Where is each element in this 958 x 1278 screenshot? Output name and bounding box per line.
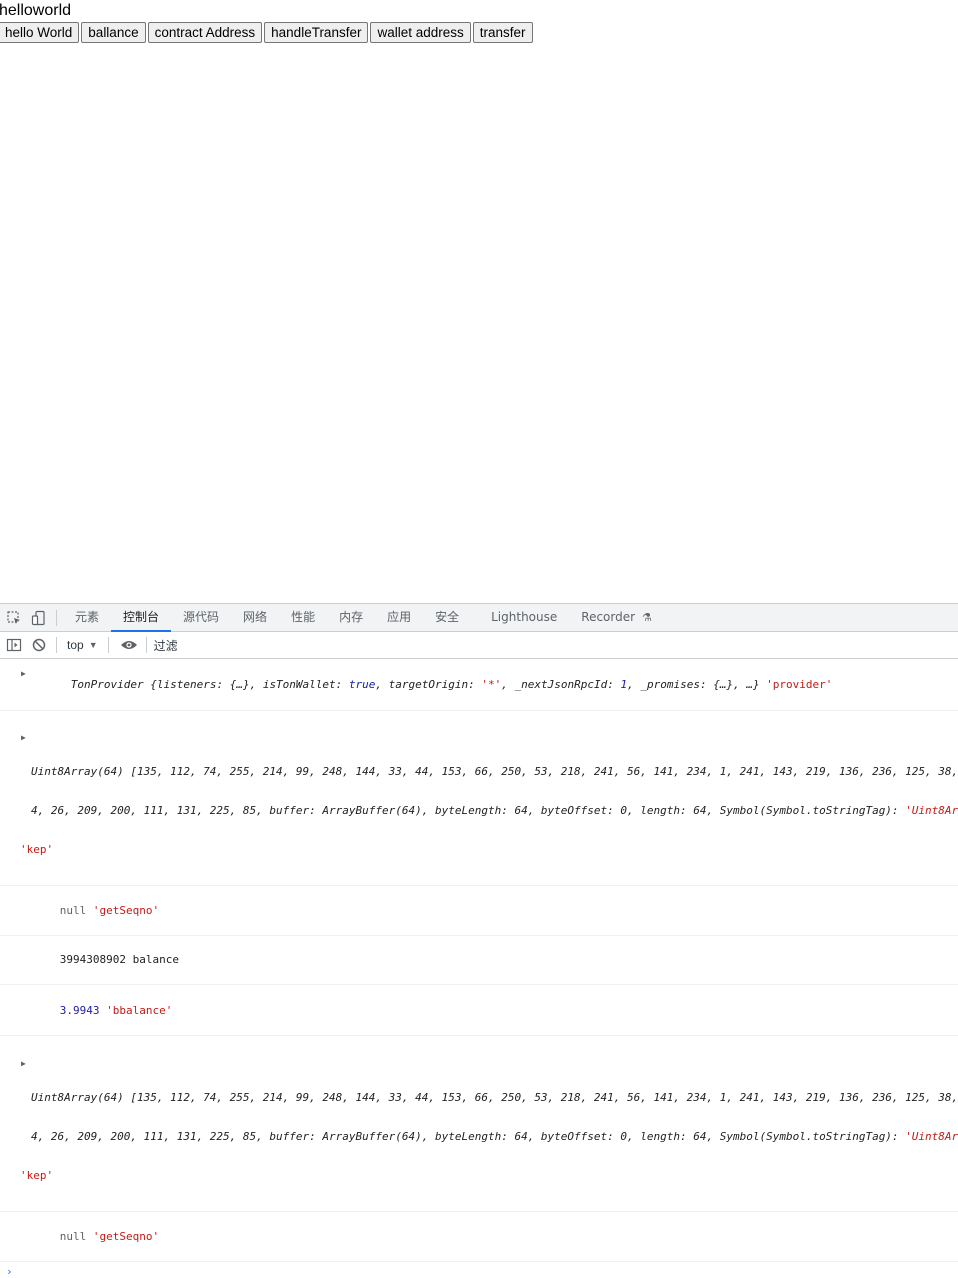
tab-lighthouse[interactable]: Lighthouse: [479, 604, 569, 631]
tab-application[interactable]: 应用: [375, 604, 423, 631]
devtools-tab-bar: 元素 控制台 源代码 网络 性能 内存 应用 安全 Lighthouse Rec…: [0, 604, 958, 632]
wallet-address-button[interactable]: wallet address: [370, 22, 471, 43]
tab-network[interactable]: 网络: [231, 604, 279, 631]
expand-triangle-icon[interactable]: ▶: [21, 667, 26, 680]
tab-console[interactable]: 控制台: [111, 604, 172, 632]
divider: [145, 637, 147, 653]
log-entry: null 'getSeqno': [0, 1212, 958, 1262]
page-title: helloworld: [0, 2, 72, 19]
log-object: TonProvider {listeners: {…}, isTonWallet…: [70, 678, 767, 691]
divider: [56, 609, 57, 626]
live-expression-eye-icon[interactable]: [118, 634, 140, 656]
console-toolbar: top ▼ 过滤: [0, 632, 958, 659]
tab-elements[interactable]: 元素: [63, 604, 111, 631]
device-toolbar-icon[interactable]: [28, 607, 50, 629]
divider: [56, 637, 57, 653]
inspect-element-icon[interactable]: [3, 607, 25, 629]
button-row: hello World ballance contract Address ha…: [0, 22, 533, 43]
console-prompt-input[interactable]: ›: [0, 1262, 958, 1278]
divider: [107, 637, 109, 653]
handle-transfer-button[interactable]: handleTransfer: [264, 22, 369, 43]
context-selector[interactable]: top ▼: [63, 634, 102, 656]
log-entry[interactable]: ▶ Uint8Array(64) [135, 112, 74, 255, 214…: [0, 711, 958, 886]
console-output: ▶ TonProvider {listeners: {…}, isTonWalle…: [0, 659, 958, 1278]
log-entry: null 'getSeqno': [0, 886, 958, 936]
filter-input[interactable]: 过滤: [151, 635, 958, 655]
expand-triangle-icon[interactable]: ▶: [21, 1057, 26, 1070]
contract-address-button[interactable]: contract Address: [147, 22, 263, 43]
log-entry[interactable]: ▶ Uint8Array(64) [135, 112, 74, 255, 214…: [0, 1036, 958, 1212]
transfer-button[interactable]: transfer: [472, 22, 533, 43]
tab-sources[interactable]: 源代码: [171, 604, 231, 631]
log-object: 4, 26, 209, 200, 111, 131, 225, 85, buff…: [31, 1130, 958, 1143]
tab-memory[interactable]: 内存: [327, 604, 375, 631]
ballance-button[interactable]: ballance: [81, 22, 146, 43]
log-object: Uint8Array(64) [135, 112, 74, 255, 214, …: [31, 1091, 958, 1104]
tab-performance[interactable]: 性能: [279, 604, 327, 631]
log-entry: 3994308902 balance: [0, 936, 958, 985]
log-tag: 'kep': [20, 843, 54, 856]
sidebar-toggle-icon[interactable]: [3, 634, 25, 656]
log-entry[interactable]: ▶ TonProvider {listeners: {…}, isTonWalle…: [0, 659, 958, 711]
log-object: Uint8Array(64) [135, 112, 74, 255, 214, …: [31, 765, 958, 778]
log-tag: 'kep': [20, 1169, 54, 1182]
expand-triangle-icon[interactable]: ▶: [21, 731, 26, 744]
log-entry: 3.9943 'bbalance': [0, 985, 958, 1036]
devtools-panel: 元素 控制台 源代码 网络 性能 内存 应用 安全 Lighthouse Rec…: [0, 603, 958, 1278]
log-tag: 'provider': [766, 678, 833, 691]
tab-recorder[interactable]: Recorder: [569, 604, 639, 631]
tab-security[interactable]: 安全: [423, 604, 471, 631]
clear-console-icon[interactable]: [28, 634, 50, 656]
experimental-flask-icon: ⚗: [642, 612, 652, 624]
caret-down-icon: ▼: [88, 640, 98, 650]
context-value: top: [67, 638, 84, 652]
log-object: 4, 26, 209, 200, 111, 131, 225, 85, buff…: [31, 804, 958, 817]
hello-world-button[interactable]: hello World: [0, 22, 80, 43]
